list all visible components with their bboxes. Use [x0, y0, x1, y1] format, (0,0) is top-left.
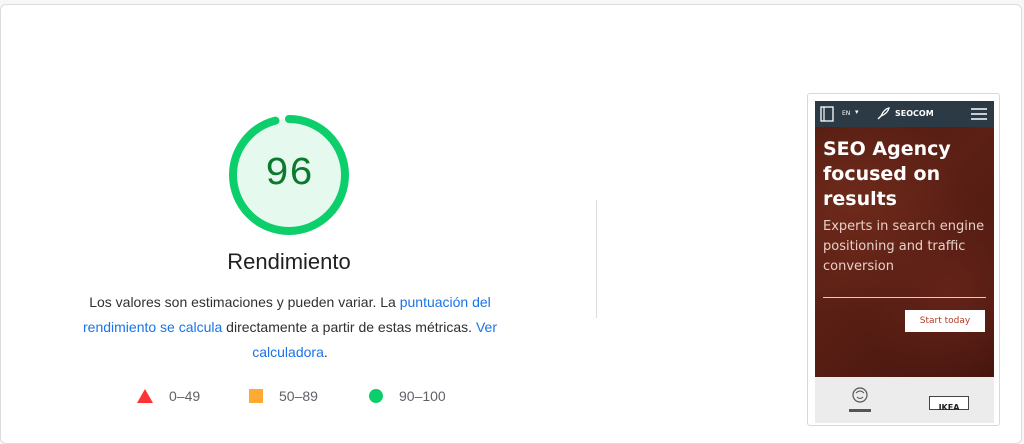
legend-range: 0–49 [169, 388, 201, 404]
description-text-2: directamente a partir de estas métricas. [222, 319, 476, 335]
performance-score: 96 [264, 152, 313, 197]
start-today-button[interactable]: Start today [905, 310, 985, 332]
legend-item-average: 50–89 [249, 388, 318, 404]
hero-divider [823, 297, 986, 298]
performance-card: 96 Rendimiento Los valores son estimacio… [0, 4, 1022, 444]
description-text-3: . [323, 344, 328, 360]
client-logo-icon [849, 387, 871, 412]
green-circle-icon [369, 389, 383, 403]
legend-item-fail: 0–49 [137, 388, 200, 404]
performance-title: Rendimiento [227, 249, 351, 274]
final-screenshot[interactable]: EN ▾ SEOCOM SEO Agency focused on result… [807, 93, 1000, 426]
red-triangle-icon [137, 389, 153, 403]
hero-subtitle: Experts in search engine positioning and… [823, 219, 985, 274]
hero-section: SEO Agency focused on results Experts in… [815, 127, 994, 377]
legend-range: 90–100 [399, 388, 446, 404]
legend-range: 50–89 [279, 388, 318, 404]
ikea-logo-text: IKEA [938, 403, 960, 412]
divider [596, 200, 597, 318]
book-icon [820, 106, 834, 122]
performance-description: Los valores son estimaciones y pueden va… [61, 290, 519, 365]
screenshot-screen: EN ▾ SEOCOM SEO Agency focused on result… [815, 101, 994, 423]
hero-title: SEO Agency focused on results [823, 138, 951, 210]
site-nav: EN ▾ SEOCOM [815, 101, 994, 127]
rocket-icon [877, 107, 890, 120]
score-legend: 0–49 50–89 90–100 [1, 388, 601, 410]
client-logos: IKEA [815, 377, 994, 423]
brand-name: SEOCOM [895, 109, 934, 118]
legend-item-pass: 90–100 [369, 388, 446, 404]
ikea-logo: IKEA [929, 396, 969, 412]
orange-square-icon [249, 389, 263, 403]
menu-icon[interactable] [971, 108, 987, 120]
description-text-1: Los valores son estimaciones y pueden va… [89, 294, 400, 310]
chevron-down-icon: ▾ [855, 108, 859, 116]
language-selector[interactable]: EN [842, 110, 850, 117]
